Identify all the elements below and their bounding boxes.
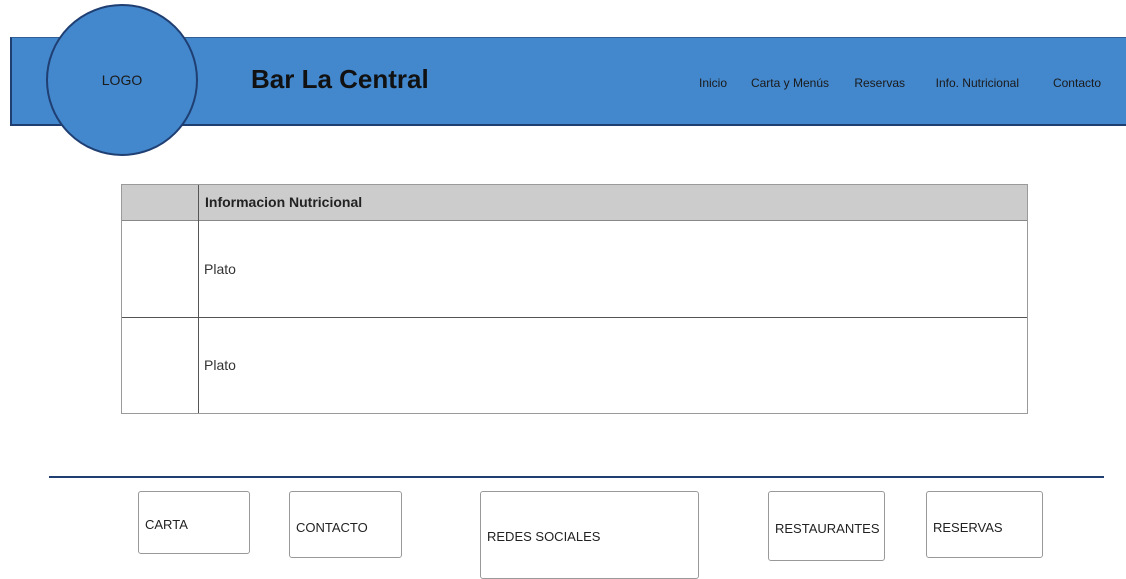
site-title: Bar La Central [251, 64, 429, 94]
nav-item-contacto[interactable]: Contacto [1053, 76, 1101, 90]
logo[interactable]: LOGO [46, 4, 198, 156]
footer-button-label: RESERVAS [933, 520, 1003, 535]
nav-item-carta-menus[interactable]: Carta y Menús [751, 76, 829, 90]
nav-item-inicio[interactable]: Inicio [699, 76, 727, 90]
logo-label: LOGO [101, 72, 143, 88]
footer-button-label: REDES SOCIALES [487, 529, 601, 544]
footer-button-label: CONTACTO [296, 520, 368, 535]
footer-button-contacto[interactable]: CONTACTO [289, 491, 402, 558]
footer-button-carta[interactable]: CARTA [138, 491, 250, 554]
nutrition-table: Informacion Nutricional Plato Plato [121, 184, 1028, 414]
footer-button-restaurantes[interactable]: RESTAURANTES [768, 491, 885, 561]
column-divider [198, 185, 199, 413]
table-row: Plato [204, 261, 236, 277]
footer-button-reservas[interactable]: RESERVAS [926, 491, 1043, 558]
footer-button-label: CARTA [145, 517, 188, 532]
table-header: Informacion Nutricional [122, 185, 1027, 221]
footer-button-redes-sociales[interactable]: REDES SOCIALES [480, 491, 699, 579]
nav-item-info-nutricional[interactable]: Info. Nutricional [936, 76, 1019, 90]
nav-item-reservas[interactable]: Reservas [854, 76, 905, 90]
table-header-label: Informacion Nutricional [205, 194, 363, 210]
table-row: Plato [204, 357, 236, 373]
row-divider [122, 317, 1027, 318]
footer-button-label: RESTAURANTES [775, 521, 880, 536]
footer-divider [49, 476, 1104, 478]
